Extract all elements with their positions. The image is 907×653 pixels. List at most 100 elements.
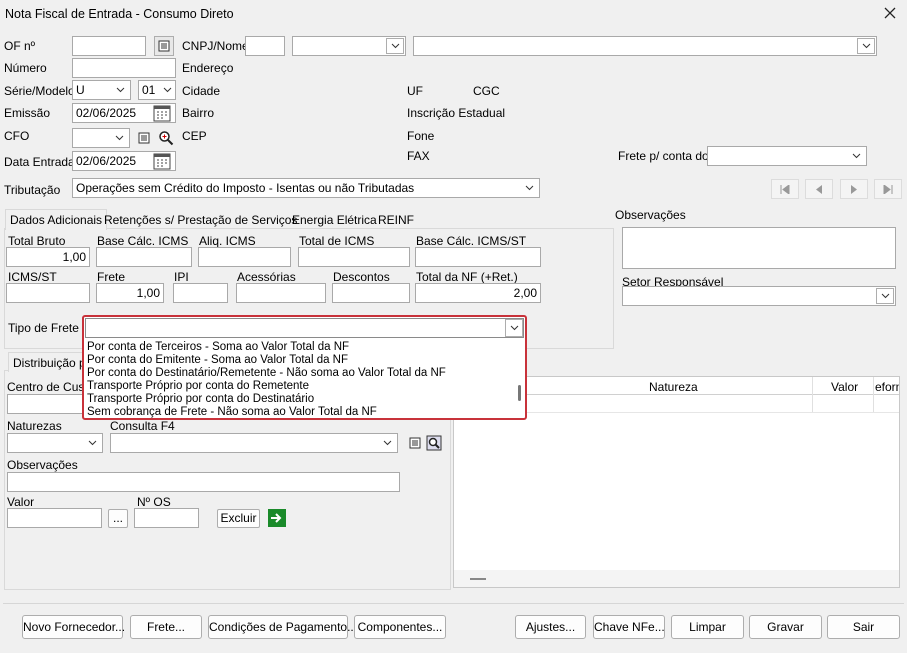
aliq-icms-field[interactable] [198, 247, 291, 267]
list-item[interactable]: Por conta do Destinatário/Remetente - Nã… [85, 367, 511, 380]
uf-label: UF [407, 84, 423, 98]
nome-select[interactable] [413, 36, 877, 56]
numero-field[interactable] [72, 58, 176, 78]
acessorias-field[interactable] [236, 283, 326, 303]
descontos-label: Descontos [333, 270, 390, 284]
tipo-frete-dropdown[interactable]: Por conta de Terceiros - Soma ao Valor T… [82, 315, 527, 420]
green-arrow-icon[interactable] [268, 509, 286, 527]
naturezas-select[interactable] [7, 433, 103, 453]
cidade-label: Cidade [182, 84, 221, 98]
limpar-button[interactable]: Limpar [671, 615, 744, 639]
horizontal-scrollbar[interactable] [454, 570, 899, 587]
serie-select[interactable]: U [72, 80, 131, 100]
modelo-select[interactable]: 01 [138, 80, 176, 100]
emissao-label: Emissão [4, 106, 51, 120]
chevron-down-icon[interactable] [386, 38, 404, 54]
cnpj-type-select[interactable] [292, 36, 406, 56]
list-icon[interactable] [405, 433, 425, 453]
ellipsis-button[interactable]: ... [108, 509, 128, 528]
of-label: OF nº [4, 39, 36, 53]
frete-field[interactable]: 1,00 [96, 283, 164, 303]
chevron-down-icon[interactable] [505, 319, 523, 337]
list-icon[interactable] [134, 128, 154, 148]
calendar-icon[interactable] [152, 103, 172, 123]
valor-label: Valor [7, 495, 35, 509]
icms-st-field[interactable] [6, 283, 90, 303]
excluir-button[interactable]: Excluir [217, 509, 260, 528]
chevron-down-icon[interactable] [857, 38, 875, 54]
total-icms-label: Total de ICMS [299, 234, 375, 248]
chevron-down-icon[interactable] [520, 180, 538, 196]
condicoes-pagamento-button[interactable]: Condições de Pagamento... [208, 615, 357, 639]
frete-button[interactable]: Frete... [130, 615, 202, 639]
base-icms-field[interactable] [96, 247, 192, 267]
grid-col-valor[interactable]: Valor [831, 380, 858, 394]
tab-retencoes[interactable]: Retenções s/ Prestação de Serviços [100, 210, 301, 230]
close-icon[interactable] [883, 6, 899, 22]
grid-col-eform[interactable]: eform [875, 380, 899, 394]
list-item[interactable]: Por conta do Emitente - Soma ao Valor To… [85, 354, 511, 367]
chave-nfe-button[interactable]: Chave NFe... [593, 615, 665, 639]
chevron-down-icon[interactable] [111, 82, 129, 98]
scrollbar-thumb[interactable] [518, 385, 521, 401]
ipi-field[interactable] [173, 283, 228, 303]
cfo-select[interactable] [72, 128, 130, 148]
chevron-down-icon[interactable] [110, 130, 128, 146]
centro-custo-field[interactable] [7, 394, 85, 414]
first-record-button[interactable] [771, 179, 799, 199]
tab-dados-adicionais[interactable]: Dados Adicionais [5, 209, 108, 230]
serie-label: Série/Modelo [4, 84, 75, 98]
tab-reinf[interactable]: REINF [374, 210, 418, 230]
last-record-button[interactable] [874, 179, 902, 199]
consulta-select[interactable] [110, 433, 398, 453]
cnpj-label: CNPJ/Nome [182, 39, 249, 53]
magnifier-icon[interactable] [156, 128, 176, 148]
chevron-down-icon[interactable] [83, 435, 101, 451]
total-bruto-field[interactable]: 1,00 [6, 247, 90, 267]
tipo-frete-label: Tipo de Frete [8, 321, 79, 335]
valor-field[interactable] [7, 508, 102, 528]
prev-record-button[interactable] [805, 179, 833, 199]
descontos-field[interactable] [332, 283, 410, 303]
cfo-label: CFO [4, 129, 30, 143]
sair-button[interactable]: Sair [827, 615, 900, 639]
tipo-frete-select[interactable] [85, 318, 524, 338]
cnpj-field[interactable] [245, 36, 285, 56]
inscricao-label: Inscrição Estadual [407, 106, 506, 120]
of-field[interactable] [72, 36, 146, 56]
tributacao-select[interactable]: Operações sem Crédito do Imposto - Isent… [72, 178, 540, 198]
dist-obs-field[interactable] [7, 472, 400, 492]
ajustes-button[interactable]: Ajustes... [515, 615, 586, 639]
numero-label: Número [4, 61, 47, 75]
data-entrada-label: Data Entrada [4, 155, 75, 169]
total-icms-field[interactable] [298, 247, 410, 267]
tipo-frete-options: Por conta de Terceiros - Soma ao Valor T… [85, 341, 511, 419]
gravar-button[interactable]: Gravar [749, 615, 822, 639]
chevron-down-icon[interactable] [876, 288, 894, 304]
tab-energia[interactable]: Energia Elétrica [288, 210, 381, 230]
componentes-button[interactable]: Componentes... [354, 615, 446, 639]
chevron-down-icon[interactable] [847, 148, 865, 164]
list-item[interactable]: Transporte Próprio por conta do Remetent… [85, 380, 511, 393]
novo-fornecedor-button[interactable]: Novo Fornecedor... [22, 615, 125, 639]
scrollbar-thumb[interactable] [470, 578, 486, 580]
observacoes-label: Observações [615, 208, 686, 222]
calendar-icon[interactable] [152, 151, 172, 171]
dropdown-scrollbar[interactable] [514, 341, 524, 417]
total-nf-field[interactable]: 2,00 [415, 283, 541, 303]
base-icms-st-field[interactable] [415, 247, 541, 267]
next-record-button[interactable] [840, 179, 868, 199]
observacoes-textarea[interactable] [622, 227, 896, 269]
chevron-down-icon[interactable] [160, 82, 174, 98]
magnifier-icon[interactable] [424, 433, 444, 453]
list-item[interactable]: Sem cobrança de Frete - Não soma ao Valo… [85, 406, 511, 419]
list-icon[interactable] [154, 36, 174, 56]
list-item[interactable]: Transporte Próprio por conta do Destinat… [85, 393, 511, 406]
cep-label: CEP [182, 129, 207, 143]
nos-field[interactable] [134, 508, 199, 528]
frete-conta-select[interactable] [707, 146, 867, 166]
chevron-down-icon[interactable] [378, 435, 396, 451]
grid-col-natureza[interactable]: Natureza [649, 380, 698, 394]
setor-select[interactable] [622, 286, 896, 306]
list-item[interactable]: Por conta de Terceiros - Soma ao Valor T… [85, 341, 511, 354]
